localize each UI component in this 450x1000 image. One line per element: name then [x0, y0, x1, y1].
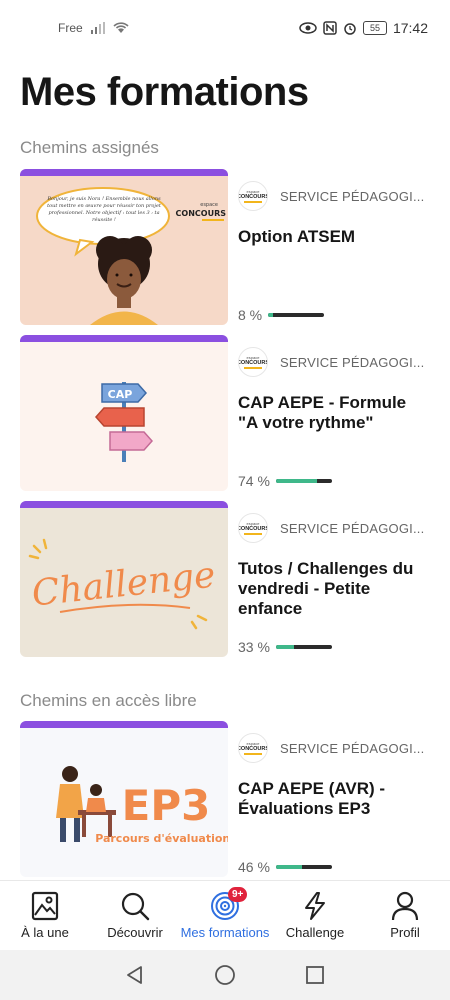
provider-name: SERVICE PÉDAGOGI...: [280, 188, 425, 204]
image-icon: [31, 891, 59, 921]
provider-name: SERVICE PÉDAGOGI...: [280, 520, 425, 536]
speech-bubble-text: Bonjour, je suis Nora ! Ensemble nous al…: [47, 196, 161, 223]
nav-item-challenge[interactable]: Challenge: [270, 891, 360, 940]
provider-logo: espace CONCOURS: [238, 513, 268, 543]
user-icon: [391, 891, 419, 921]
course-info: espace CONCOURS SERVICE PÉDAGOGI... Tuto…: [238, 501, 430, 657]
section-title-free-access: Chemins en accès libre: [20, 691, 197, 710]
svg-text:CONCOURS: CONCOURS: [176, 209, 227, 218]
nav-label: Challenge: [285, 925, 345, 940]
thumbnail-band: [20, 721, 228, 728]
provider-row: espace CONCOURS SERVICE PÉDAGOGI...: [238, 347, 430, 377]
progress-indicator: 74 %: [238, 473, 332, 489]
progress-label: 74 %: [238, 473, 270, 489]
course-info: espace CONCOURS SERVICE PÉDAGOGI... CAP …: [238, 721, 430, 877]
nav-label: Profil: [390, 925, 420, 940]
course-card[interactable]: CAP espace CONCOURS SERVICE PÉDAGOGI... …: [20, 335, 430, 491]
thumbnail-band: [20, 169, 228, 176]
bottom-navigation: À la une Découvrir 9+ Mes formations Cha…: [0, 880, 450, 950]
nav-item-profil[interactable]: Profil: [360, 891, 450, 940]
progress-indicator: 33 %: [238, 639, 332, 655]
signpost-illustration: CAP: [94, 382, 154, 462]
progress-fill: [275, 479, 318, 483]
progress-indicator: 46 %: [238, 859, 332, 875]
course-thumbnail: CAP: [20, 335, 228, 491]
eye-icon: [299, 22, 317, 34]
course-thumbnail: EP3 Parcours d'évaluations: [20, 721, 228, 877]
search-icon: [121, 892, 150, 921]
provider-logo: espace CONCOURS: [238, 347, 268, 377]
progress-bar: [275, 479, 332, 483]
progress-fill: [275, 645, 295, 649]
provider-logo: espace CONCOURS: [238, 181, 268, 211]
course-thumbnail: Bonjour, je suis Nora ! Ensemble nous al…: [20, 169, 228, 325]
ep3-illustration: EP3 Parcours d'évaluations: [56, 766, 228, 845]
ep3-wordmark: EP3: [122, 781, 211, 830]
notification-badge: 9+: [228, 887, 248, 902]
progress-bar: [268, 313, 325, 317]
progress-bar: [275, 645, 332, 649]
system-navigation-bar: [0, 950, 450, 1000]
carrier-label: Free: [58, 21, 83, 35]
wifi-icon: [113, 22, 129, 34]
course-card[interactable]: Challenge espace CONCOURS SERVICE PÉDAGO…: [20, 501, 430, 657]
progress-fill: [268, 313, 273, 317]
nav-label: Découvrir: [107, 925, 163, 940]
course-title: CAP AEPE - Formule "A votre rythme": [238, 393, 407, 432]
lightning-icon: [305, 892, 325, 920]
challenge-illustration: Challenge: [28, 538, 217, 630]
alarm-icon: [343, 21, 357, 35]
provider-row: espace CONCOURS SERVICE PÉDAGOGI...: [238, 733, 430, 763]
ep3-subtitle: Parcours d'évaluations: [95, 832, 228, 845]
nav-item-mes-formations[interactable]: 9+ Mes formations: [180, 887, 270, 940]
course-title: Tutos / Challenges du vendredi - Petite …: [238, 559, 414, 618]
nav-label: Mes formations: [180, 925, 270, 940]
course-card[interactable]: EP3 Parcours d'évaluations espace CONCOU…: [20, 721, 430, 877]
provider-row: espace CONCOURS SERVICE PÉDAGOGI...: [238, 513, 430, 543]
thumbnail-band: [20, 501, 228, 508]
course-thumbnail: Challenge: [20, 501, 228, 657]
course-info: espace CONCOURS SERVICE PÉDAGOGI... CAP …: [238, 335, 430, 491]
provider-name: SERVICE PÉDAGOGI...: [280, 354, 425, 370]
clock: 17:42: [392, 20, 428, 36]
provider-logo: espace CONCOURS: [238, 733, 268, 763]
recents-icon[interactable]: [305, 965, 325, 985]
thumbnail-band: [20, 335, 228, 342]
progress-label: 8 %: [238, 307, 263, 323]
progress-bar: [275, 865, 332, 869]
course-title: Option ATSEM: [238, 227, 356, 246]
status-bar: Free 55 17:42: [0, 0, 450, 56]
back-icon[interactable]: [125, 965, 145, 985]
signpost-label: CAP: [108, 388, 133, 401]
signal-icon: [90, 22, 105, 34]
page-title: Mes formations: [20, 70, 309, 114]
section-title-assigned: Chemins assignés: [20, 138, 159, 157]
nfc-icon: [323, 21, 337, 35]
course-card[interactable]: Bonjour, je suis Nora ! Ensemble nous al…: [20, 169, 430, 325]
svg-text:espace: espace: [200, 202, 218, 208]
provider-name: SERVICE PÉDAGOGI...: [280, 740, 425, 756]
brand-logo: espace CONCOURS: [176, 202, 227, 221]
nav-label: À la une: [21, 925, 69, 940]
progress-fill: [275, 865, 302, 869]
nav-item-decouvrir[interactable]: Découvrir: [90, 891, 180, 940]
progress-label: 33 %: [238, 639, 270, 655]
battery-icon: 55: [362, 21, 387, 35]
nav-item-a-la-une[interactable]: À la une: [0, 891, 90, 940]
progress-label: 46 %: [238, 859, 270, 875]
progress-indicator: 8 %: [238, 307, 325, 323]
home-icon[interactable]: [214, 964, 236, 986]
avatar-illustration: Bonjour, je suis Nora ! Ensemble nous al…: [36, 187, 227, 325]
course-info: espace CONCOURS SERVICE PÉDAGOGI... Opti…: [238, 169, 430, 325]
course-title: CAP AEPE (AVR) - Évaluations EP3: [238, 779, 386, 818]
provider-row: espace CONCOURS SERVICE PÉDAGOGI...: [238, 181, 430, 211]
